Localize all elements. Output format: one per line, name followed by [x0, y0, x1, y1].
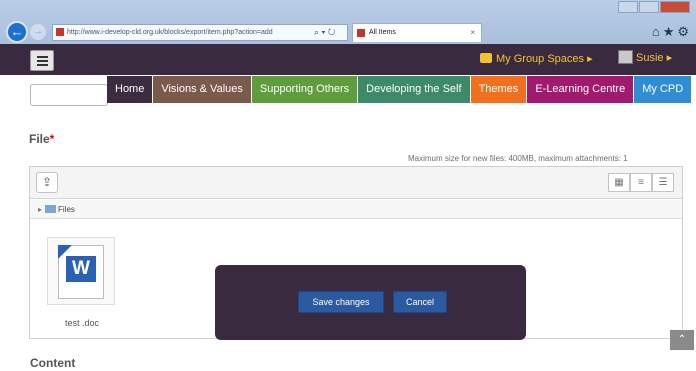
- main-navigation: Home Visions & Values Supporting Others Dev…: [107, 76, 693, 103]
- tab-title: All Items: [369, 29, 396, 36]
- group-icon: [480, 53, 492, 63]
- screen: ← → http://www.i-develop-cld.org.uk/bloc…: [0, 0, 696, 371]
- expand-triangle-icon[interactable]: ▸: [38, 205, 42, 214]
- nav-tab-themes[interactable]: Themes: [470, 76, 528, 103]
- scroll-to-top-icon[interactable]: ⌃: [670, 330, 694, 350]
- view-switcher: ▦ ≡ ☰: [608, 173, 674, 192]
- word-document-icon: W: [66, 256, 96, 282]
- nav-tab-developing-the-self[interactable]: Developing the Self: [358, 76, 471, 103]
- settings-gear-icon[interactable]: ⚙: [677, 24, 692, 39]
- address-bar[interactable]: http://www.i-develop-cld.org.uk/blocks/e…: [52, 24, 348, 41]
- max-size-note: Maximum size for new files: 400MB, maxim…: [408, 154, 628, 163]
- nav-tab-e-learning-centre[interactable]: E-Learning Centre: [527, 76, 635, 103]
- address-url: http://www.i-develop-cld.org.uk/blocks/e…: [67, 29, 273, 36]
- content-field-label: Content: [30, 356, 76, 370]
- menu-line-icon: [37, 60, 48, 62]
- user-menu[interactable]: Susie ▸: [618, 49, 672, 67]
- file-picker-toolbar: ⇪ ▦ ≡ ☰: [30, 167, 682, 199]
- required-marker: *: [49, 132, 55, 146]
- group-spaces-label: My Group Spaces ▸: [496, 53, 593, 65]
- save-changes-button[interactable]: Save changes: [298, 291, 384, 313]
- maximize-button[interactable]: [639, 1, 659, 13]
- home-icon[interactable]: ⌂: [652, 24, 663, 39]
- nav-tab-visions-values[interactable]: Visions & Values: [153, 76, 252, 103]
- cancel-button[interactable]: Cancel: [393, 291, 447, 313]
- avatar: [618, 50, 633, 64]
- search-input[interactable]: [30, 84, 108, 106]
- nav-tab-supporting-others[interactable]: Supporting Others: [251, 76, 359, 103]
- hamburger-menu-button[interactable]: [30, 50, 54, 71]
- menu-line-icon: [37, 64, 48, 66]
- nav-tab-my-cpd[interactable]: My CPD: [634, 76, 693, 103]
- menu-line-icon: [37, 56, 48, 58]
- list-view-button[interactable]: ≡: [630, 173, 652, 192]
- my-group-spaces-link[interactable]: My Group Spaces ▸: [480, 50, 593, 68]
- file-path-breadcrumb: ▸ Files: [30, 200, 682, 219]
- user-name: Susie ▸: [636, 52, 673, 64]
- address-tools[interactable]: ⌕ ▾ ↻: [314, 24, 335, 41]
- site-favicon-icon: [56, 28, 64, 36]
- minimize-button[interactable]: [618, 1, 638, 13]
- back-arrow-icon[interactable]: ←: [6, 21, 28, 43]
- icon-view-button[interactable]: ▦: [608, 173, 630, 192]
- upload-icon[interactable]: ⇪: [36, 172, 58, 193]
- tab-close-icon[interactable]: ×: [470, 24, 475, 42]
- file-field-label: File*: [29, 132, 54, 146]
- files-root-label[interactable]: Files: [58, 205, 75, 214]
- favorites-star-icon[interactable]: ★: [663, 24, 678, 39]
- tree-view-button[interactable]: ☰: [652, 173, 674, 192]
- folder-icon: [45, 205, 57, 213]
- browser-icons: ⌂★⚙: [652, 24, 692, 40]
- window-controls: [617, 0, 690, 14]
- nav-tab-home[interactable]: Home: [107, 76, 154, 103]
- tab-favicon-icon: [357, 29, 365, 37]
- browser-tab[interactable]: All Items ×: [352, 23, 482, 42]
- close-window-button[interactable]: [660, 1, 690, 13]
- file-tile[interactable]: W: [47, 237, 115, 305]
- forward-arrow-icon[interactable]: →: [30, 24, 46, 40]
- file-label-text: File: [29, 132, 50, 146]
- file-name[interactable]: test .doc: [44, 318, 120, 328]
